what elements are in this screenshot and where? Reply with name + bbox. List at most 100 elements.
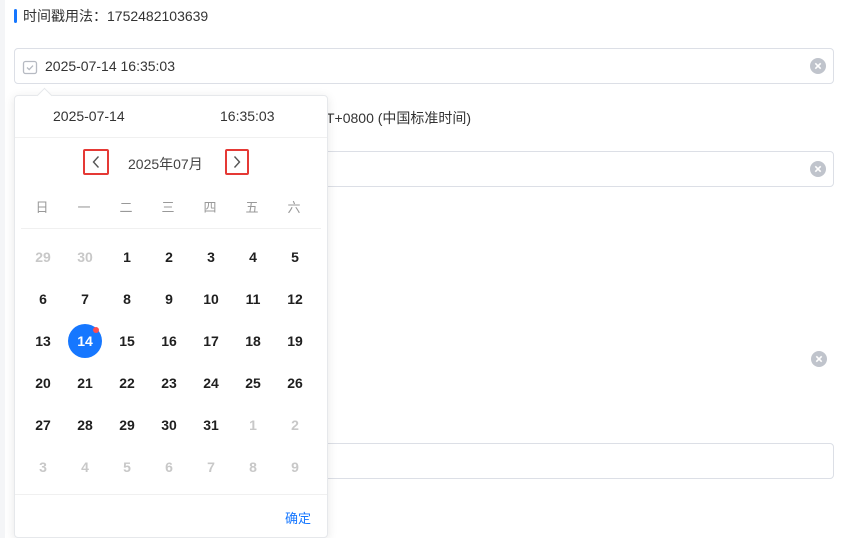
day-label: 5 xyxy=(123,459,131,475)
day-cell[interactable]: 30 xyxy=(148,404,190,446)
day-label: 13 xyxy=(35,333,51,349)
clear-icon[interactable] xyxy=(810,161,826,177)
selected-day-cell[interactable]: 14 xyxy=(64,320,106,362)
day-cell[interactable]: 10 xyxy=(190,278,232,320)
day-label: 7 xyxy=(207,459,215,475)
selected-day-marker: 14 xyxy=(68,324,102,358)
chevron-left-icon xyxy=(92,156,100,168)
day-label: 29 xyxy=(119,417,135,433)
day-cell[interactable]: 8 xyxy=(232,446,274,488)
timezone-hint: T+0800 (中国标准时间) xyxy=(326,110,472,126)
day-label: 9 xyxy=(165,291,173,307)
day-cell[interactable]: 31 xyxy=(190,404,232,446)
day-cell[interactable]: 26 xyxy=(274,362,316,404)
day-cell[interactable]: 29 xyxy=(106,404,148,446)
day-label: 2 xyxy=(165,249,173,265)
day-label: 22 xyxy=(119,375,135,391)
day-label: 11 xyxy=(245,291,261,307)
clear-icon[interactable] xyxy=(811,351,827,367)
day-cell[interactable]: 21 xyxy=(64,362,106,404)
confirm-button[interactable]: 确定 xyxy=(285,508,311,527)
day-cell[interactable]: 3 xyxy=(22,446,64,488)
day-cell[interactable]: 9 xyxy=(274,446,316,488)
day-label: 6 xyxy=(165,459,173,475)
chevron-right-icon xyxy=(233,156,241,168)
current-month-label[interactable]: 2025年07月 xyxy=(128,154,203,174)
month-navigation: 2025年07月 xyxy=(15,137,327,187)
picker-time-text[interactable]: 16:35:03 xyxy=(220,108,275,124)
day-label: 2 xyxy=(291,417,299,433)
clear-icon[interactable] xyxy=(810,58,826,74)
day-cell[interactable]: 7 xyxy=(190,446,232,488)
day-cell[interactable]: 9 xyxy=(148,278,190,320)
day-label: 24 xyxy=(203,375,219,391)
picker-header: 2025-07-14 16:35:03 xyxy=(15,96,327,138)
day-cell[interactable]: 1 xyxy=(106,236,148,278)
weekday-label: 五 xyxy=(245,200,259,215)
day-cell[interactable]: 12 xyxy=(274,278,316,320)
day-cell[interactable]: 16 xyxy=(148,320,190,362)
weekday-label: 二 xyxy=(119,200,133,215)
day-cell[interactable]: 29 xyxy=(22,236,64,278)
next-month-button[interactable] xyxy=(225,149,249,175)
day-label: 18 xyxy=(245,333,261,349)
day-cell[interactable]: 4 xyxy=(64,446,106,488)
picker-footer: 确定 xyxy=(15,494,327,538)
day-cell[interactable]: 11 xyxy=(232,278,274,320)
day-label: 1 xyxy=(123,249,131,265)
day-cell[interactable]: 13 xyxy=(22,320,64,362)
section-title: 时间戳用法：1752482103639 xyxy=(14,6,208,26)
datetime-picker-input[interactable]: 2025-07-14 16:35:03 xyxy=(14,48,834,84)
day-cell[interactable]: 4 xyxy=(232,236,274,278)
day-cell[interactable]: 18 xyxy=(232,320,274,362)
day-label: 28 xyxy=(77,417,93,433)
day-label: 17 xyxy=(203,333,219,349)
day-cell[interactable]: 8 xyxy=(106,278,148,320)
day-cell[interactable]: 17 xyxy=(190,320,232,362)
section-title-text: 时间戳用法：1752482103639 xyxy=(23,8,209,24)
day-label: 7 xyxy=(81,291,89,307)
day-cell[interactable]: 22 xyxy=(106,362,148,404)
day-label: 27 xyxy=(35,417,51,433)
day-cell[interactable]: 5 xyxy=(106,446,148,488)
weekday-label: 日 xyxy=(35,200,49,215)
day-cell[interactable]: 19 xyxy=(274,320,316,362)
day-cell[interactable]: 30 xyxy=(64,236,106,278)
day-label: 12 xyxy=(287,291,303,307)
day-cell[interactable]: 5 xyxy=(274,236,316,278)
day-label: 19 xyxy=(287,333,303,349)
day-cell[interactable]: 24 xyxy=(190,362,232,404)
datetime-value: 2025-07-14 16:35:03 xyxy=(45,58,175,74)
day-label: 30 xyxy=(77,249,93,265)
day-label: 4 xyxy=(81,459,89,475)
day-label: 8 xyxy=(249,459,257,475)
day-label: 9 xyxy=(291,459,299,475)
day-label: 5 xyxy=(291,249,299,265)
day-cell[interactable]: 2 xyxy=(148,236,190,278)
day-cell[interactable]: 6 xyxy=(22,278,64,320)
weekday-label: 三 xyxy=(161,200,175,215)
day-cell[interactable]: 2 xyxy=(274,404,316,446)
weekday-label: 四 xyxy=(203,200,217,215)
day-cell[interactable]: 23 xyxy=(148,362,190,404)
day-cell[interactable]: 3 xyxy=(190,236,232,278)
day-cell[interactable]: 27 xyxy=(22,404,64,446)
day-cell[interactable]: 15 xyxy=(106,320,148,362)
day-cell[interactable]: 7 xyxy=(64,278,106,320)
date-picker-popup: 2025-07-14 16:35:03 2025年07月 日一二三四五六 29 3… xyxy=(14,87,328,538)
day-label: 25 xyxy=(245,375,261,391)
day-label: 20 xyxy=(35,375,51,391)
calendar-icon xyxy=(22,60,38,75)
day-cell[interactable]: 1 xyxy=(232,404,274,446)
picker-date-text[interactable]: 2025-07-14 xyxy=(53,108,125,124)
weekday-label: 一 xyxy=(77,200,91,215)
day-label: 23 xyxy=(161,375,177,391)
day-cell[interactable]: 20 xyxy=(22,362,64,404)
day-label: 16 xyxy=(161,333,177,349)
day-cell[interactable]: 25 xyxy=(232,362,274,404)
prev-month-button[interactable] xyxy=(83,149,109,175)
weekday-label: 六 xyxy=(287,200,301,215)
day-cell[interactable]: 6 xyxy=(148,446,190,488)
day-label: 26 xyxy=(287,375,303,391)
day-cell[interactable]: 28 xyxy=(64,404,106,446)
